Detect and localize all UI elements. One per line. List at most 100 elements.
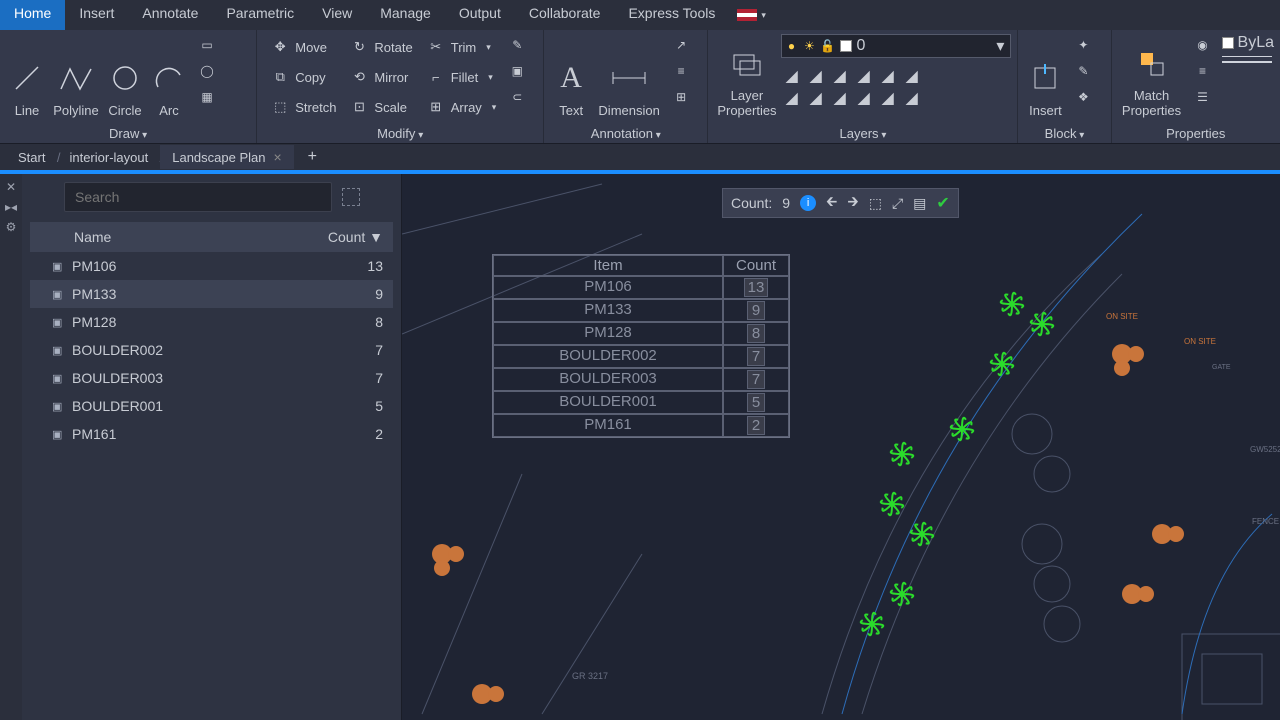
menu-output[interactable]: Output [445, 0, 515, 30]
block-icon: ▣ [52, 344, 72, 357]
table-icon[interactable]: ⊞ [670, 86, 692, 108]
collapse-icon[interactable]: ▸◂ [5, 200, 17, 214]
tool-layer-properties[interactable]: Layer Properties [714, 34, 779, 122]
ellipse-icon[interactable]: ◯ [196, 60, 218, 82]
document-tabs: Start interior-layout Landscape Plan× + [0, 144, 1280, 174]
count-row[interactable]: ▣BOULDER0015 [30, 392, 393, 420]
hatch-icon[interactable]: ▦ [196, 86, 218, 108]
zoom-ext-icon[interactable]: ⤢ [892, 195, 903, 212]
menu-collaborate[interactable]: Collaborate [515, 0, 615, 30]
tool-stretch[interactable]: ⬚Stretch [267, 94, 340, 120]
report-icon[interactable]: ▤ [913, 195, 926, 212]
count-row[interactable]: ▣BOULDER0027 [30, 336, 393, 364]
menu-manage[interactable]: Manage [366, 0, 445, 30]
next-arrow-icon[interactable]: 🡲 [847, 191, 858, 215]
panel-layers-label[interactable]: Layers [714, 122, 1011, 143]
svg-text:GW5252: GW5252 [1250, 445, 1280, 454]
tool-array[interactable]: ⊞Array▾ [423, 94, 501, 120]
svg-text:GR 3217: GR 3217 [572, 671, 608, 681]
confirm-icon[interactable]: ✔ [936, 193, 949, 213]
block-icon: ▣ [52, 316, 72, 329]
tab-start[interactable]: Start [6, 146, 57, 169]
count-row[interactable]: ▣BOULDER0037 [30, 364, 393, 392]
tool-rotate[interactable]: ↻Rotate [346, 34, 416, 60]
select-similar-icon[interactable] [342, 188, 360, 206]
tool-scale[interactable]: ⊡Scale [346, 94, 416, 120]
tool-move[interactable]: ✥Move [267, 34, 340, 60]
svg-text:ON SITE: ON SITE [1184, 337, 1216, 346]
rect-icon[interactable]: ▭ [196, 34, 218, 56]
count-header[interactable]: Name Count ▼ [30, 222, 393, 252]
menu-insert[interactable]: Insert [65, 0, 128, 30]
col-count: Count ▼ [328, 229, 383, 245]
menu-parametric[interactable]: Parametric [212, 0, 308, 30]
count-label: Count: [731, 195, 772, 211]
panel-block-label[interactable]: Block [1024, 122, 1104, 143]
tool-match-properties[interactable]: Match Properties [1118, 34, 1186, 122]
language-flag[interactable]: ▾ [737, 0, 766, 30]
tool-trim[interactable]: ✂Trim▾ [423, 34, 501, 60]
tab-interior-layout[interactable]: interior-layout [57, 146, 160, 169]
search-input[interactable] [64, 182, 332, 212]
subtract-icon[interactable]: ⊂ [506, 86, 528, 108]
workspace: ✕ ▸◂ ⚙ Name Count ▼ ▣PM10613▣PM1339▣PM12… [0, 174, 1280, 720]
tool-line[interactable]: Line [6, 34, 48, 122]
menu-annotate[interactable]: Annotate [128, 0, 212, 30]
panel-modify: ✥Move ⧉Copy ⬚Stretch ↻Rotate ⟲Mirror ⊡Sc… [257, 30, 544, 143]
tool-fillet[interactable]: ⌐Fillet▾ [423, 64, 501, 90]
create-block-icon[interactable]: ✦ [1072, 34, 1094, 56]
add-tab-button[interactable]: + [308, 148, 317, 166]
tab-landscape-plan[interactable]: Landscape Plan× [160, 145, 293, 169]
lineweight-icon[interactable]: ≡ [1192, 60, 1214, 82]
count-row[interactable]: ▣PM1339 [30, 280, 393, 308]
menu-express-tools[interactable]: Express Tools [614, 0, 729, 30]
mline-icon[interactable]: ≡ [670, 60, 692, 82]
count-row[interactable]: ▣PM1288 [30, 308, 393, 336]
menu-icon[interactable]: ☰ [1192, 86, 1214, 108]
count-row[interactable]: ▣PM10613 [30, 252, 393, 280]
tool-dimension[interactable]: Dimension [594, 34, 664, 122]
tool-polyline[interactable]: Polyline [50, 34, 102, 122]
prev-arrow-icon[interactable]: 🡰 [826, 191, 837, 215]
brush-icon[interactable]: ✎ [506, 34, 528, 56]
close-icon[interactable]: × [273, 149, 281, 165]
highlight-icon[interactable]: ⬚ [869, 195, 882, 212]
menu-view[interactable]: View [308, 0, 366, 30]
panel-properties-label[interactable]: Properties [1118, 122, 1274, 143]
close-panel-icon[interactable]: ✕ [6, 180, 16, 194]
count-value: 9 [782, 195, 790, 211]
color-wheel-icon[interactable]: ◉ [1192, 34, 1214, 56]
attr-icon[interactable]: ❖ [1072, 86, 1094, 108]
layer-dropdown[interactable]: ●☀🔓0▾ [781, 34, 1011, 58]
block-icon: ▣ [52, 372, 72, 385]
tool-insert[interactable]: Insert [1024, 34, 1066, 122]
tool-text[interactable]: AText [550, 34, 592, 122]
info-icon[interactable]: i [800, 195, 816, 211]
ribbon: Line Polyline Circle Arc ▭ ◯ ▦ Draw ✥Move … [0, 30, 1280, 144]
tool-circle[interactable]: Circle [104, 34, 146, 122]
panel-annotation-label[interactable]: Annotation [550, 122, 701, 143]
panel-annotation: AText Dimension ↗ ≡ ⊞ Annotation [544, 30, 708, 143]
panel-draw-label[interactable]: Draw [6, 122, 250, 143]
panel-modify-label[interactable]: Modify [263, 122, 537, 143]
menu-home[interactable]: Home [0, 0, 65, 30]
count-toolbar: Count: 9 i 🡰 🡲 ⬚ ⤢ ▤ ✔ [722, 188, 959, 218]
tool-mirror[interactable]: ⟲Mirror [346, 64, 416, 90]
block-icon: ▣ [52, 400, 72, 413]
count-row[interactable]: ▣PM1612 [30, 420, 393, 448]
leader-icon[interactable]: ↗ [670, 34, 692, 56]
panel-layers: Layer Properties ●☀🔓0▾ ◢◢◢◢◢◢ ◢◢◢◢◢◢ Lay… [708, 30, 1018, 143]
gear-icon[interactable]: ⚙ [6, 220, 17, 234]
drawing-canvas[interactable]: Count: 9 i 🡰 🡲 ⬚ ⤢ ▤ ✔ ItemCount PM10613… [402, 174, 1280, 720]
side-rail: ✕ ▸◂ ⚙ [0, 174, 22, 720]
block-icon: ▣ [52, 288, 72, 301]
block-icon: ▣ [52, 260, 72, 273]
drawing-count-table: ItemCount PM10613PM1339PM1288BOULDER0027… [492, 254, 790, 438]
tool-arc[interactable]: Arc [148, 34, 190, 122]
tool-copy[interactable]: ⧉Copy [267, 64, 340, 90]
edit-block-icon[interactable]: ✎ [1072, 60, 1094, 82]
menu-bar: Home Insert Annotate Parametric View Man… [0, 0, 1280, 30]
region-icon[interactable]: ▣ [506, 60, 528, 82]
svg-text:FENCE: FENCE [1252, 517, 1279, 526]
layer-icon[interactable]: ◢ [785, 66, 803, 84]
